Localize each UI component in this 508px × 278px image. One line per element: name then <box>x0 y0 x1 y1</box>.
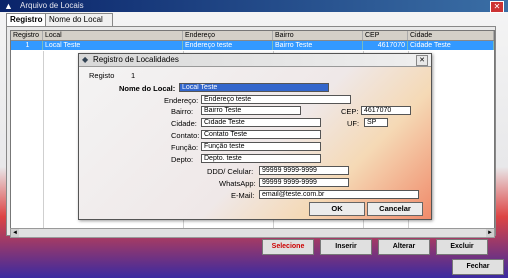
funcao-field[interactable]: Função teste <box>201 142 321 151</box>
registro-value: 1 <box>131 71 136 80</box>
depto-label: Depto: <box>171 155 194 164</box>
col-cep[interactable]: CEP <box>363 31 408 40</box>
close-button[interactable]: Fechar <box>452 259 504 275</box>
grid-divider <box>43 51 44 231</box>
ddd-label: DDD/ Celular: <box>207 167 254 176</box>
app-icon: ▲ <box>4 1 13 11</box>
grid-horizontal-scrollbar[interactable]: ◄ ► <box>10 228 495 238</box>
cell-cep: 4617070 <box>363 41 408 50</box>
ddd-field[interactable]: 99999 9999-9999 <box>259 166 349 175</box>
dialog-app-icon: ◆ <box>82 55 89 64</box>
cidade-label: Cidade: <box>171 119 197 128</box>
uf-label: UF: <box>347 119 360 128</box>
window-close-icon[interactable]: ✕ <box>490 1 504 13</box>
endereco-field[interactable]: Endereço teste <box>201 95 351 104</box>
dialog-titlebar: ◆ Registro de Localidades ✕ <box>79 54 431 67</box>
cell-endereco: Endereço teste <box>183 41 273 50</box>
scroll-left-icon[interactable]: ◄ <box>11 229 19 237</box>
funcao-label: Função: <box>171 143 199 152</box>
table-row[interactable]: 1 Local Teste Endereço teste Bairro Test… <box>11 41 494 50</box>
grid-header: Registro Local Endereço Bairro CEP Cidad… <box>11 31 494 41</box>
col-cidade[interactable]: Cidade <box>408 31 494 40</box>
col-registro[interactable]: Registro <box>11 31 43 40</box>
whatsapp-label: WhatsApp: <box>219 179 256 188</box>
email-field[interactable]: email@teste.com.br <box>259 190 419 199</box>
bairro-field[interactable]: Bairro Teste <box>201 106 301 115</box>
cep-label: CEP: <box>341 107 359 116</box>
delete-button[interactable]: Excluir <box>436 239 488 255</box>
uf-field[interactable]: SP <box>364 118 388 127</box>
depto-field[interactable]: Depto. teste <box>201 154 321 163</box>
dialog-close-icon[interactable]: ✕ <box>416 55 428 66</box>
cell-local: Local Teste <box>43 41 183 50</box>
cidade-field[interactable]: Cidade Teste <box>201 118 321 127</box>
tab-registro[interactable]: Registro <box>6 13 48 26</box>
ok-button[interactable]: OK <box>309 202 365 216</box>
endereco-label: Endereço: <box>164 96 199 105</box>
contato-field[interactable]: Contato Teste <box>201 130 321 139</box>
edit-button[interactable]: Alterar <box>378 239 430 255</box>
window-titlebar: ▲ Arquivo de Locais ✕ <box>0 0 508 13</box>
dialog-title: Registro de Localidades <box>93 55 179 64</box>
contato-label: Contato: <box>171 131 200 140</box>
cell-cidade: Cidade Teste <box>408 41 494 50</box>
registro-label: Registo <box>89 71 115 80</box>
bairro-label: Bairro: <box>171 107 194 116</box>
cell-bairro: Bairro Teste <box>273 41 363 50</box>
select-button[interactable]: Selecione <box>262 239 314 255</box>
nome-label: Nome do Local: <box>119 84 176 93</box>
tab-nome-do-local[interactable]: Nome do Local <box>45 13 113 26</box>
col-endereco[interactable]: Endereço <box>183 31 273 40</box>
insert-button[interactable]: Inserir <box>320 239 372 255</box>
locality-dialog: ◆ Registro de Localidades ✕ Registo 1 No… <box>78 53 432 220</box>
cancel-button[interactable]: Cancelar <box>367 202 423 216</box>
cell-registro: 1 <box>11 41 43 50</box>
window-title: Arquivo de Locais <box>20 1 84 10</box>
scroll-right-icon[interactable]: ► <box>486 229 494 237</box>
col-bairro[interactable]: Bairro <box>273 31 363 40</box>
cep-field[interactable]: 4617070 <box>361 106 411 115</box>
nome-field[interactable]: Local Teste <box>179 83 329 92</box>
col-local[interactable]: Local <box>43 31 183 40</box>
whatsapp-field[interactable]: 99999 9999-9999 <box>259 178 349 187</box>
email-label: E-Mail: <box>231 191 255 200</box>
